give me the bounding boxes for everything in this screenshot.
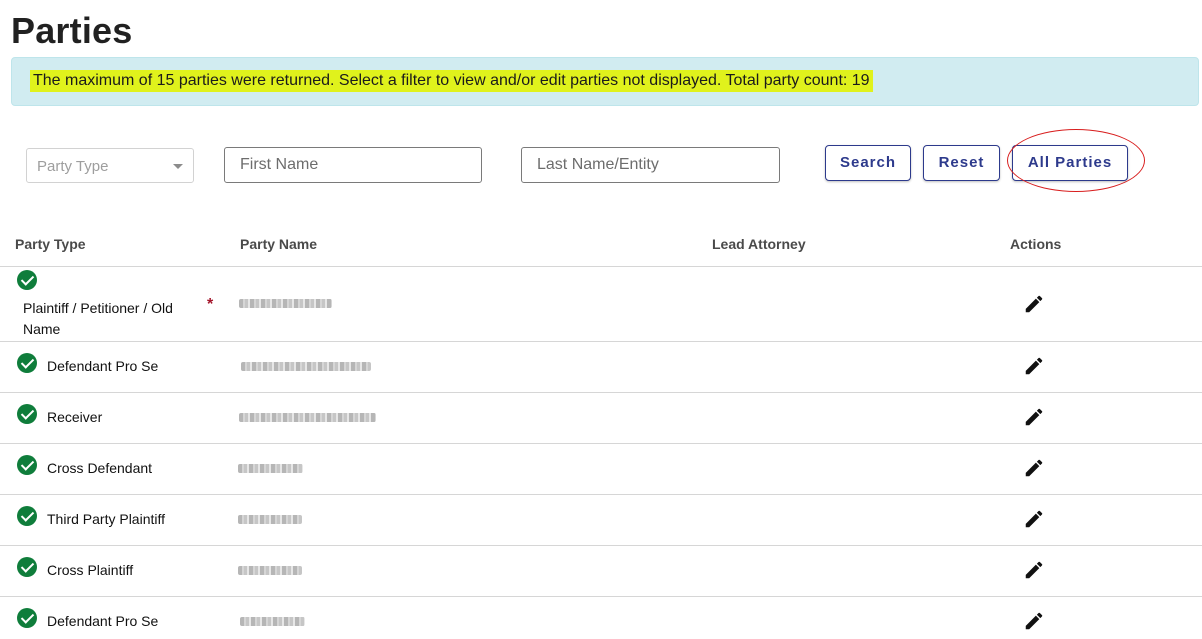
check-circle-icon <box>17 270 37 290</box>
pencil-edit-icon[interactable] <box>1023 610 1045 632</box>
pencil-edit-icon[interactable] <box>1023 457 1045 479</box>
party-type-text: Defendant Pro Se <box>47 613 159 629</box>
last-name-entity-input[interactable] <box>521 147 780 183</box>
party-type-select[interactable]: Party Type <box>26 148 194 183</box>
check-circle-icon <box>17 455 37 475</box>
search-button[interactable]: Search <box>825 145 911 181</box>
chevron-down-icon <box>173 164 183 169</box>
table-row: Defendant Pro Se <box>0 597 1202 639</box>
check-circle-icon <box>17 557 37 577</box>
header-actions: Actions <box>1010 236 1062 252</box>
pencil-edit-icon[interactable] <box>1023 508 1045 530</box>
first-name-input[interactable] <box>224 147 482 183</box>
table-row: Defendant Pro Se <box>0 342 1202 392</box>
header-party-type[interactable]: Party Type <box>15 236 86 252</box>
pencil-edit-icon[interactable] <box>1023 559 1045 581</box>
table-row: Cross Plaintiff <box>0 546 1202 596</box>
check-circle-icon <box>17 608 37 628</box>
pencil-edit-icon[interactable] <box>1023 355 1045 377</box>
redacted-party-name <box>238 515 302 524</box>
redacted-party-name <box>238 464 303 473</box>
redacted-party-name <box>239 299 332 308</box>
redacted-party-name <box>238 566 302 575</box>
party-type-text: Cross Defendant <box>47 460 153 476</box>
redacted-party-name <box>241 362 371 371</box>
header-party-name[interactable]: Party Name <box>240 236 317 252</box>
party-type-text: Plaintiff / Petitioner / Old Name <box>23 300 173 337</box>
header-lead-attorney[interactable]: Lead Attorney <box>712 236 806 252</box>
page-title: Parties <box>11 10 133 51</box>
check-circle-icon <box>17 353 37 373</box>
party-type-placeholder: Party Type <box>37 158 109 175</box>
check-circle-icon <box>17 404 37 424</box>
table-row: Third Party Plaintiff <box>0 495 1202 545</box>
party-type-text: Cross Plaintiff <box>47 562 134 578</box>
table-row: Cross Defendant <box>0 444 1202 494</box>
alert-message: The maximum of 15 parties were returned.… <box>30 70 873 92</box>
pencil-edit-icon[interactable] <box>1023 406 1045 428</box>
party-type-text: Receiver <box>47 409 103 425</box>
redacted-party-name <box>239 413 376 422</box>
party-type-text: Defendant Pro Se <box>47 358 159 374</box>
check-circle-icon <box>17 506 37 526</box>
redacted-party-name <box>240 617 305 626</box>
required-marker: * <box>207 296 214 313</box>
info-alert: The maximum of 15 parties were returned.… <box>11 57 1199 106</box>
table-row: Plaintiff / Petitioner / Old Name * <box>0 267 1202 341</box>
highlight-annotation-circle <box>1007 129 1145 192</box>
party-type-text: Third Party Plaintiff <box>47 511 166 527</box>
pencil-edit-icon[interactable] <box>1023 293 1045 315</box>
table-row: Receiver <box>0 393 1202 443</box>
reset-button[interactable]: Reset <box>923 145 1000 181</box>
